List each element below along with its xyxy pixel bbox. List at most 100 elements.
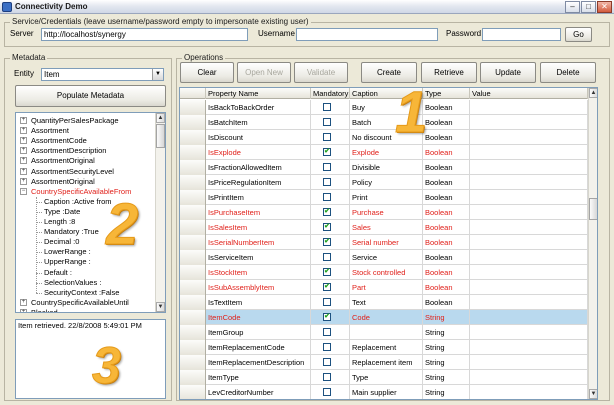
value-cell[interactable] [470,295,588,310]
type-cell[interactable]: String [423,355,470,370]
property-name-cell[interactable]: IsBackToBackOrder [206,100,311,115]
caption-cell[interactable]: Print [350,190,423,205]
tree-node[interactable]: + AssortmentDescription [16,146,154,156]
caption-cell[interactable]: Service [350,250,423,265]
mandatory-checkbox[interactable] [323,388,331,396]
update-button[interactable]: Update [480,62,536,83]
value-cell[interactable] [470,100,588,115]
type-cell[interactable]: Boolean [423,100,470,115]
type-cell[interactable]: String [423,310,470,325]
table-row[interactable]: IsTextItem Text Boolean [180,295,597,310]
property-name-cell[interactable]: ItemType [206,370,311,385]
property-name-cell[interactable]: ItemGroup [206,325,311,340]
property-name-cell[interactable]: ItemCode [206,310,311,325]
username-input[interactable] [296,28,438,41]
tree-scroll-thumb[interactable] [156,124,165,148]
validate-button[interactable]: Validate [294,62,348,83]
table-row[interactable]: IsPriceRegulationItem Policy Boolean [180,175,597,190]
type-cell[interactable]: Boolean [423,265,470,280]
table-row[interactable]: IsSalesItem ✔ Sales Boolean [180,220,597,235]
caption-cell[interactable]: Purchase [350,205,423,220]
table-row[interactable]: ItemGroup String [180,325,597,340]
type-cell[interactable]: Boolean [423,205,470,220]
maximize-button[interactable]: □ [581,1,596,13]
property-name-cell[interactable]: IsDiscount [206,130,311,145]
table-row[interactable]: IsDiscount No discount Boolean [180,130,597,145]
value-cell[interactable] [470,190,588,205]
property-name-cell[interactable]: IsSerialNumberItem [206,235,311,250]
mandatory-checkbox-checked[interactable]: ✔ [323,313,331,321]
expand-icon[interactable]: + [20,308,27,312]
row-header[interactable] [180,100,206,115]
tree-node[interactable]: + AssortmentOriginal [16,156,154,166]
caption-cell[interactable]: Type [350,370,423,385]
row-header[interactable] [180,175,206,190]
caption-cell[interactable]: Part [350,280,423,295]
mandatory-checkbox[interactable] [323,178,331,186]
populate-metadata-button[interactable]: Populate Metadata [15,85,166,107]
value-cell[interactable] [470,325,588,340]
value-cell[interactable] [470,265,588,280]
property-name-cell[interactable]: IsSalesItem [206,220,311,235]
metadata-tree[interactable]: + Blocked + CountrySpecificAvailableUntil Se… [15,112,166,313]
mandatory-checkbox[interactable] [323,163,331,171]
column-header[interactable]: Type [423,88,470,99]
value-cell[interactable] [470,355,588,370]
delete-button[interactable]: Delete [540,62,596,83]
value-cell[interactable] [470,220,588,235]
table-row[interactable]: IsBatchItem Batch Boolean [180,115,597,130]
mandatory-checkbox[interactable] [323,103,331,111]
type-cell[interactable]: Boolean [423,160,470,175]
scroll-down-icon[interactable]: ▼ [589,389,597,399]
mandatory-checkbox[interactable] [323,298,331,306]
entity-combo[interactable]: Item ▼ [41,68,164,81]
row-header[interactable] [180,115,206,130]
value-cell[interactable] [470,115,588,130]
table-row[interactable]: IsPrintItem Print Boolean [180,190,597,205]
column-header[interactable]: Property Name [206,88,311,99]
mandatory-checkbox-checked[interactable]: ✔ [323,238,331,246]
row-header[interactable] [180,355,206,370]
type-cell[interactable]: Boolean [423,145,470,160]
server-input[interactable]: http://localhost/synergy [41,28,248,41]
mandatory-checkbox[interactable] [323,358,331,366]
row-header[interactable] [180,340,206,355]
row-header[interactable] [180,235,206,250]
mandatory-checkbox[interactable] [323,193,331,201]
caption-cell[interactable]: Serial number [350,235,423,250]
expand-icon[interactable]: + [20,167,27,175]
value-cell[interactable] [470,385,588,399]
row-header[interactable] [180,295,206,310]
table-row[interactable]: IsSerialNumberItem ✔ Serial number Boolean [180,235,597,250]
expand-icon[interactable]: + [20,137,27,145]
grid-scrollbar[interactable]: ▲ ▼ [588,88,597,399]
type-cell[interactable]: Boolean [423,220,470,235]
caption-cell[interactable]: Explode [350,145,423,160]
row-header[interactable] [180,250,206,265]
table-row[interactable]: ItemCode ✔ Code String [180,310,597,325]
row-header[interactable] [180,280,206,295]
minimize-button[interactable]: – [565,1,580,13]
tree-node[interactable]: + AssortmentCode [16,136,154,146]
mandatory-checkbox-checked[interactable]: ✔ [323,208,331,216]
row-header[interactable] [180,130,206,145]
value-cell[interactable] [470,235,588,250]
property-name-cell[interactable]: LevCreditorNumber [206,385,311,399]
value-cell[interactable] [470,370,588,385]
mandatory-checkbox[interactable] [323,253,331,261]
open-new-button[interactable]: Open New [237,62,291,83]
table-row[interactable]: LevCreditorNumber Main supplier String [180,385,597,399]
caption-cell[interactable]: Sales [350,220,423,235]
expand-icon[interactable]: + [20,157,27,165]
property-name-cell[interactable]: IsTextItem [206,295,311,310]
tree-node[interactable]: + AssortmentOriginal [16,177,154,187]
table-row[interactable]: IsSubAssemblyItem ✔ Part Boolean [180,280,597,295]
property-name-cell[interactable]: IsPrintItem [206,190,311,205]
table-row[interactable]: IsPurchaseItem ✔ Purchase Boolean [180,205,597,220]
property-name-cell[interactable]: IsPurchaseItem [206,205,311,220]
caption-cell[interactable]: Main supplier [350,385,423,399]
mandatory-checkbox-checked[interactable]: ✔ [323,223,331,231]
row-header[interactable] [180,190,206,205]
property-name-cell[interactable]: IsPriceRegulationItem [206,175,311,190]
value-cell[interactable] [470,250,588,265]
